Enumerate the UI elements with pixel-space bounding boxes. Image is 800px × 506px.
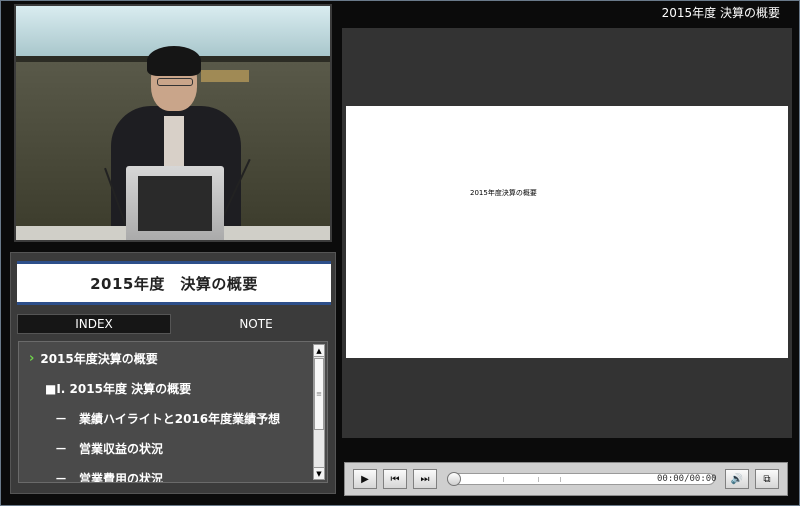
popout-button[interactable]: ⧉	[755, 469, 779, 489]
presentation-title: 2015年度 決算の概要	[17, 261, 331, 305]
chevron-right-icon: ›	[29, 350, 35, 366]
popout-icon: ⧉	[763, 473, 771, 485]
index-list: › 2015年度決算の概要 ■I. 2015年度 決算の概要 － 業績ハイライト…	[18, 341, 328, 483]
scroll-up-icon[interactable]: ▲	[314, 345, 324, 357]
scroll-down-icon[interactable]: ▼	[314, 467, 324, 479]
index-item[interactable]: ■I. 2015年度 決算の概要	[45, 373, 327, 403]
index-item[interactable]: － 営業収益の状況	[55, 433, 327, 463]
volume-icon: 🔊	[730, 473, 744, 485]
index-item[interactable]: › 2015年度決算の概要	[29, 343, 319, 373]
next-icon: ⏭	[420, 473, 430, 485]
video-player[interactable]	[14, 4, 332, 242]
index-scrollbar[interactable]: ▲ ≡ ▼	[313, 344, 325, 480]
index-panel: 2015年度 決算の概要 INDEX NOTE › 2015年度決算の概要 ■I…	[10, 252, 336, 494]
play-button[interactable]: ▶	[353, 469, 377, 489]
seek-handle[interactable]	[447, 472, 461, 486]
index-item-label: － 業績ハイライトと2016年度業績予想	[55, 411, 281, 426]
play-icon: ▶	[361, 473, 369, 485]
index-item-label: － 営業費用の状況	[55, 471, 164, 483]
next-button[interactable]: ⏭	[413, 469, 437, 489]
index-item-label: － 営業収益の状況	[55, 441, 164, 456]
index-item-label: ■I. 2015年度 決算の概要	[45, 381, 192, 396]
time-display: 00:00/00:00	[657, 474, 717, 484]
index-item[interactable]: － 営業費用の状況	[55, 463, 327, 483]
scroll-thumb[interactable]: ≡	[314, 358, 324, 430]
index-item[interactable]: － 業績ハイライトと2016年度業績予想	[55, 403, 327, 433]
previous-button[interactable]: ⏮	[383, 469, 407, 489]
header-title: 2015年度 決算の概要	[661, 6, 780, 20]
slide-text: 2015年度決算の概要	[470, 189, 537, 197]
slide: 2015年度決算の概要	[346, 106, 788, 358]
tab-index[interactable]: INDEX	[17, 314, 171, 334]
volume-button[interactable]: 🔊	[725, 469, 749, 489]
previous-icon: ⏮	[390, 473, 400, 485]
tab-note[interactable]: NOTE	[179, 314, 333, 334]
index-item-label: 2015年度決算の概要	[40, 351, 158, 366]
slide-area: 2015年度決算の概要	[342, 28, 792, 438]
player-controls: ▶ ⏮ ⏭ 00:00/00:00 🔊 ⧉	[344, 462, 788, 496]
speaker-video-frame	[16, 6, 330, 240]
